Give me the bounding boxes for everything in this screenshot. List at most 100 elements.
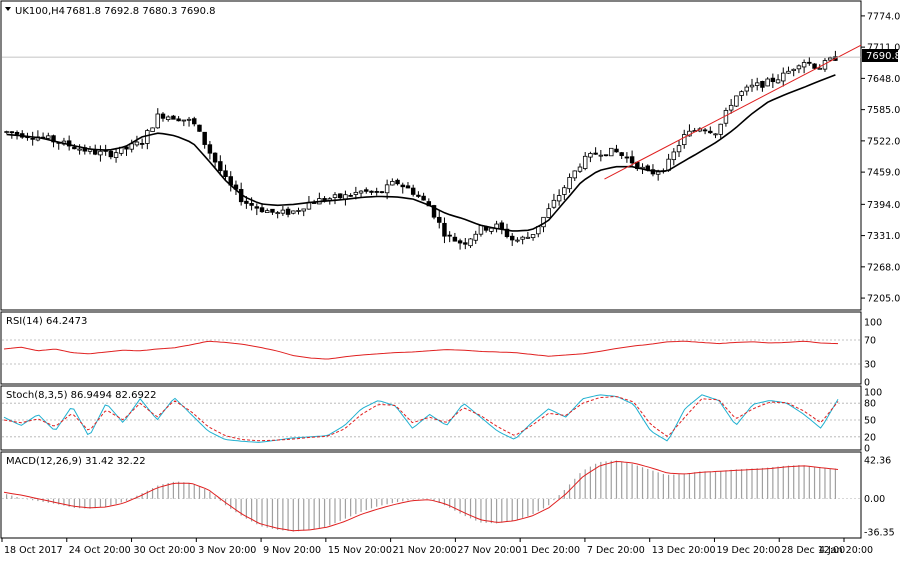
candle-body <box>374 191 379 193</box>
candle-body <box>556 195 562 202</box>
price-tick-label: 7268.0 <box>867 262 900 273</box>
candle-body <box>463 242 468 245</box>
candle-body <box>244 200 249 204</box>
candle-body <box>676 145 682 153</box>
candle-body <box>30 137 35 140</box>
candle-body <box>525 236 531 239</box>
candle-body <box>593 152 598 155</box>
price-tick-label: 7585.0 <box>867 105 900 116</box>
candle-body <box>249 203 254 206</box>
candle-body <box>400 184 405 188</box>
time-tick-label: 30 Oct 20:00 <box>134 545 196 556</box>
candle-body <box>786 70 791 74</box>
candle-body <box>72 146 77 150</box>
macd-title: MACD(12,26,9) 31.42 32.22 <box>6 456 146 467</box>
candle-body <box>259 207 265 213</box>
candle-body <box>405 185 411 189</box>
price-tick-label: 7394.0 <box>867 200 900 211</box>
candle-body <box>791 68 796 72</box>
candle-body <box>520 236 525 240</box>
price-tick-label: 7331.0 <box>867 231 900 242</box>
candle-body <box>160 113 166 119</box>
candle-body <box>468 238 473 247</box>
candle-body <box>218 161 223 172</box>
candle-body <box>624 156 630 159</box>
candle-body <box>817 67 822 70</box>
stoch-tick-label: 50 <box>864 416 876 427</box>
candle-body <box>369 190 374 193</box>
candle-body <box>4 131 9 133</box>
candle-body <box>223 170 228 178</box>
main-panel[interactable] <box>0 0 862 311</box>
candle-body <box>280 209 286 214</box>
candle-body <box>9 131 15 134</box>
candle-body <box>473 233 478 241</box>
candle-body <box>301 208 306 212</box>
candle-body <box>588 153 593 158</box>
stoch-tick-label: 20 <box>864 432 876 443</box>
candle-body <box>749 84 755 88</box>
candle-body <box>155 113 160 129</box>
candle-body <box>92 149 98 155</box>
candle-body <box>129 143 134 150</box>
symbol-label: UK100,H4 <box>15 6 65 17</box>
candle-body <box>713 133 718 136</box>
time-tick-label: 3 Nov 20:00 <box>198 545 256 556</box>
rsi-tick-label: 30 <box>864 360 876 371</box>
candle-body <box>379 191 385 194</box>
candle-body <box>614 148 619 153</box>
candle-body <box>744 86 750 92</box>
candle-body <box>603 154 609 157</box>
candle-body <box>796 65 802 70</box>
stoch-tick-label: 100 <box>864 388 882 399</box>
chart-canvas[interactable]: 7774.07711.07648.07585.07522.07459.07394… <box>0 0 900 560</box>
candle-body <box>348 194 353 197</box>
candle-body <box>807 61 812 64</box>
candle-body <box>291 210 296 214</box>
candle-body <box>343 194 348 200</box>
candle-body <box>197 124 202 132</box>
candle-body <box>171 115 176 120</box>
candle-body <box>145 130 150 144</box>
candle-body <box>718 123 723 135</box>
candle-body <box>202 131 207 145</box>
candle-body <box>285 208 291 215</box>
candle-body <box>478 225 484 235</box>
time-tick-label: 9 Nov 20:00 <box>263 545 321 556</box>
last-price-label: 7690.8 <box>866 51 900 62</box>
time-tick-label: 19 Dec 20:00 <box>716 545 780 556</box>
price-tick-label: 7648.0 <box>867 74 900 85</box>
time-tick-label: 21 Nov 20:00 <box>393 545 457 556</box>
candle-body <box>509 235 515 241</box>
candle-body <box>337 193 343 199</box>
candle-body <box>629 156 635 164</box>
candle-body <box>515 239 520 242</box>
candle-body <box>760 81 765 88</box>
price-tick-label: 7459.0 <box>867 168 900 179</box>
candle-body <box>728 104 734 111</box>
candle-body <box>734 95 739 107</box>
candle-body <box>364 189 369 192</box>
candle-body <box>770 77 776 83</box>
candle-body <box>212 152 218 163</box>
candle-body <box>98 150 103 156</box>
time-axis: 18 Oct 2017 24 Oct 20:00 30 Oct 20:00 3 Nov… <box>1 538 873 556</box>
price-tick-label: 7205.0 <box>867 294 900 305</box>
candle-body <box>499 222 505 230</box>
stoch-title: Stoch(8,3,5) 86.9494 82.6922 <box>6 390 157 401</box>
candle-body <box>567 177 572 190</box>
time-tick-label: 18 Oct 2017 <box>4 545 63 556</box>
candle-body <box>410 187 416 195</box>
candle-body <box>254 206 260 209</box>
time-tick-label: 13 Dec 20:00 <box>652 545 716 556</box>
stoch-tick-label: 80 <box>864 399 876 410</box>
candle-body <box>530 234 536 239</box>
candle-body <box>551 199 557 208</box>
candle-body <box>827 57 833 61</box>
candle-body <box>416 194 421 197</box>
candle-body <box>186 118 192 121</box>
chart-window[interactable]: 7774.0 7711.0 7648.0 7585.0 7522.0 7459.0 7394… <box>0 0 900 560</box>
candle-body <box>390 181 395 186</box>
rsi-panel[interactable] <box>0 311 862 385</box>
time-tick-label: 7 Dec 20:00 <box>587 545 645 556</box>
